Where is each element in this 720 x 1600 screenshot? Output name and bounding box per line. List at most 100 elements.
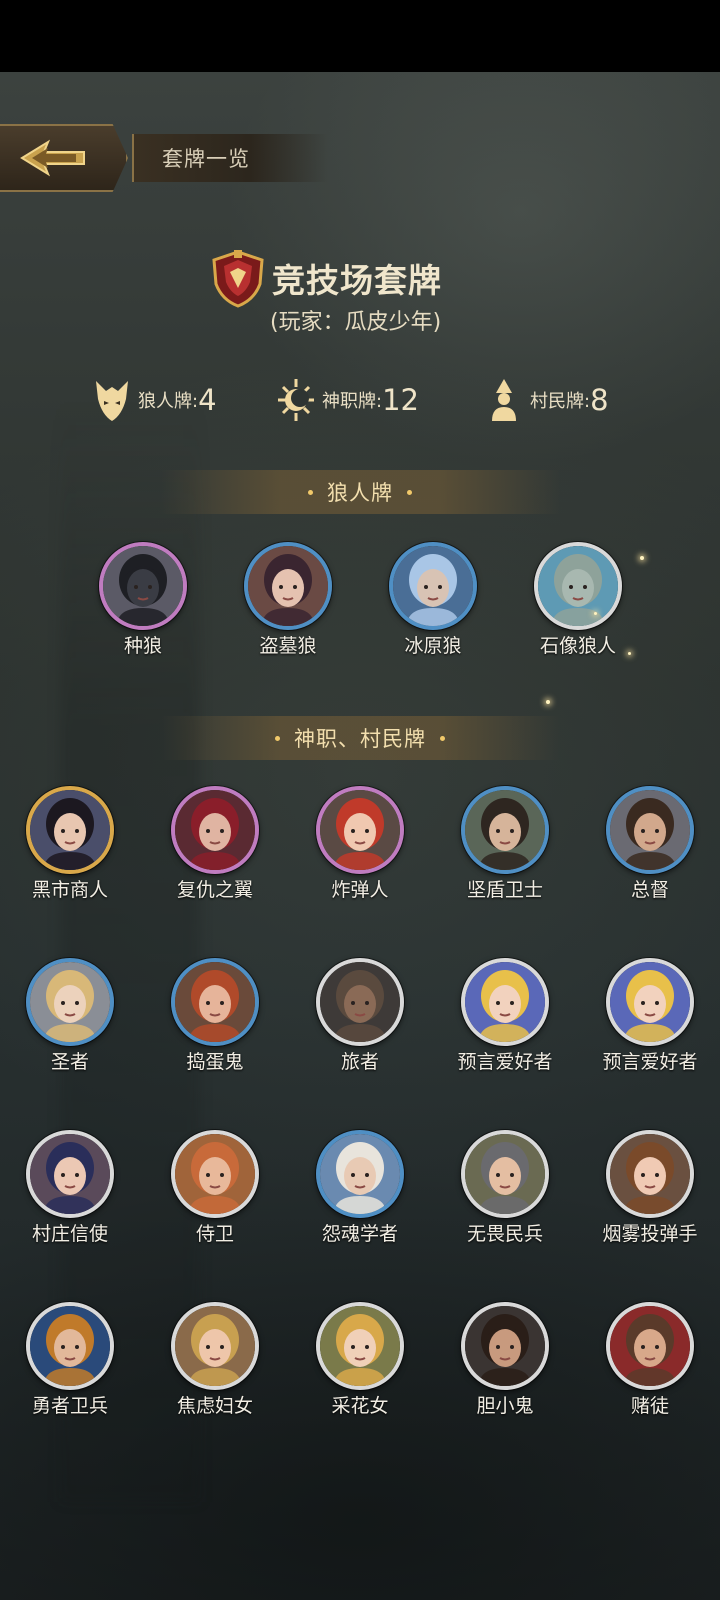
role-card[interactable]: 勇者卫兵 <box>5 1302 135 1418</box>
role-name: 复仇之翼 <box>176 879 253 901</box>
role-name: 旅者 <box>340 1051 379 1073</box>
role-avatar <box>26 1130 114 1218</box>
role-card[interactable]: 炸弹人 <box>295 786 425 902</box>
role-avatar <box>171 1130 259 1218</box>
role-avatar <box>389 542 477 630</box>
werewolf-count-value: 4 <box>198 383 217 417</box>
role-card[interactable]: 焦虑妇女 <box>150 1302 280 1418</box>
role-name: 烟雾投弹手 <box>602 1223 698 1245</box>
back-arrow-icon <box>20 139 85 177</box>
role-avatar <box>171 786 259 874</box>
role-name: 预言爱好者 <box>602 1051 698 1073</box>
portrait-image <box>465 790 545 870</box>
role-avatar <box>461 1302 549 1390</box>
portrait-image <box>175 790 255 870</box>
wolf-icon <box>96 381 128 421</box>
portrait-image <box>320 962 400 1042</box>
portrait-image <box>30 962 110 1042</box>
portrait-image <box>393 546 473 626</box>
sparkle-effect <box>640 556 644 560</box>
god-count: 神职牌: 12 <box>276 372 419 428</box>
role-name: 石像狼人 <box>539 635 616 657</box>
role-card[interactable]: 坚盾卫士 <box>440 786 570 902</box>
role-card[interactable]: 无畏民兵 <box>440 1130 570 1246</box>
portrait-image <box>465 1134 545 1214</box>
back-button[interactable] <box>0 124 128 192</box>
role-card[interactable]: 复仇之翼 <box>150 786 280 902</box>
role-card[interactable]: 村庄信使 <box>5 1130 135 1246</box>
role-avatar <box>171 1302 259 1390</box>
role-card[interactable]: 冰原狼 <box>368 542 498 658</box>
role-name: 炸弹人 <box>331 879 389 901</box>
role-name: 怨魂学者 <box>321 1223 398 1245</box>
deck-header: 竞技场套牌 (玩家：瓜皮少年) <box>0 248 720 348</box>
villager-count-label: 村民牌: <box>530 391 591 412</box>
god-villager-section-header: 神职、村民牌 <box>160 716 560 760</box>
sparkle-effect <box>628 652 631 655</box>
role-card[interactable]: 盗墓狼 <box>223 542 353 658</box>
portrait-image <box>465 1306 545 1386</box>
god-count-value: 12 <box>382 383 419 417</box>
page-title-plate: 套牌一览 <box>132 134 328 182</box>
page-title: 套牌一览 <box>162 147 250 171</box>
role-card[interactable]: 捣蛋鬼 <box>150 958 280 1074</box>
portrait-image <box>610 1306 690 1386</box>
werewolf-count: 狼人牌: 4 <box>92 372 217 428</box>
god-count-label: 神职牌: <box>322 391 383 412</box>
role-card[interactable]: 种狼 <box>78 542 208 658</box>
villager-icon <box>492 379 516 421</box>
sparkle-effect <box>546 700 550 704</box>
role-name: 捣蛋鬼 <box>186 1051 244 1073</box>
role-card[interactable]: 胆小鬼 <box>440 1302 570 1418</box>
werewolf-section-title: 狼人牌 <box>327 481 393 505</box>
role-avatar <box>316 786 404 874</box>
role-card[interactable]: 预言爱好者 <box>585 958 715 1074</box>
sun-moon-icon <box>278 379 314 421</box>
role-card[interactable]: 黑市商人 <box>5 786 135 902</box>
sparkle-effect <box>594 612 597 615</box>
role-card[interactable]: 预言爱好者 <box>440 958 570 1074</box>
role-name: 盗墓狼 <box>259 635 317 657</box>
role-name: 采花女 <box>331 1395 389 1417</box>
portrait-image <box>610 962 690 1042</box>
portrait-image <box>175 962 255 1042</box>
role-avatar <box>606 1302 694 1390</box>
role-card[interactable]: 总督 <box>585 786 715 902</box>
role-avatar <box>461 958 549 1046</box>
portrait-image <box>538 546 618 626</box>
status-bar <box>0 0 720 72</box>
role-card[interactable]: 圣者 <box>5 958 135 1074</box>
portrait-image <box>175 1306 255 1386</box>
role-avatar <box>606 786 694 874</box>
role-card[interactable]: 采花女 <box>295 1302 425 1418</box>
role-avatar <box>461 1130 549 1218</box>
role-card[interactable]: 旅者 <box>295 958 425 1074</box>
portrait-image <box>610 790 690 870</box>
deck-player: (玩家：瓜皮少年) <box>270 310 442 335</box>
role-card[interactable]: 怨魂学者 <box>295 1130 425 1246</box>
role-name: 焦虑妇女 <box>176 1395 253 1417</box>
role-avatar <box>99 542 187 630</box>
role-avatar <box>316 958 404 1046</box>
villager-count: 村民牌: 8 <box>484 372 609 428</box>
role-name: 预言爱好者 <box>457 1051 553 1073</box>
portrait-image <box>320 1134 400 1214</box>
portrait-image <box>30 1306 110 1386</box>
top-bar: 套牌一览 <box>0 122 720 194</box>
role-card[interactable]: 烟雾投弹手 <box>585 1130 715 1246</box>
role-avatar <box>171 958 259 1046</box>
role-avatar <box>606 1130 694 1218</box>
role-name: 勇者卫兵 <box>31 1395 108 1417</box>
villager-count-value: 8 <box>590 383 609 417</box>
role-avatar <box>534 542 622 630</box>
role-card[interactable]: 侍卫 <box>150 1130 280 1246</box>
bullet-dot-icon <box>275 735 280 741</box>
role-name: 胆小鬼 <box>476 1395 534 1417</box>
portrait-image <box>103 546 183 626</box>
role-avatar <box>26 958 114 1046</box>
portrait-image <box>248 546 328 626</box>
werewolf-section-header: 狼人牌 <box>160 470 560 514</box>
arena-crest-icon <box>212 250 264 308</box>
role-card[interactable]: 赌徒 <box>585 1302 715 1418</box>
role-card[interactable]: 石像狼人 <box>513 542 643 658</box>
